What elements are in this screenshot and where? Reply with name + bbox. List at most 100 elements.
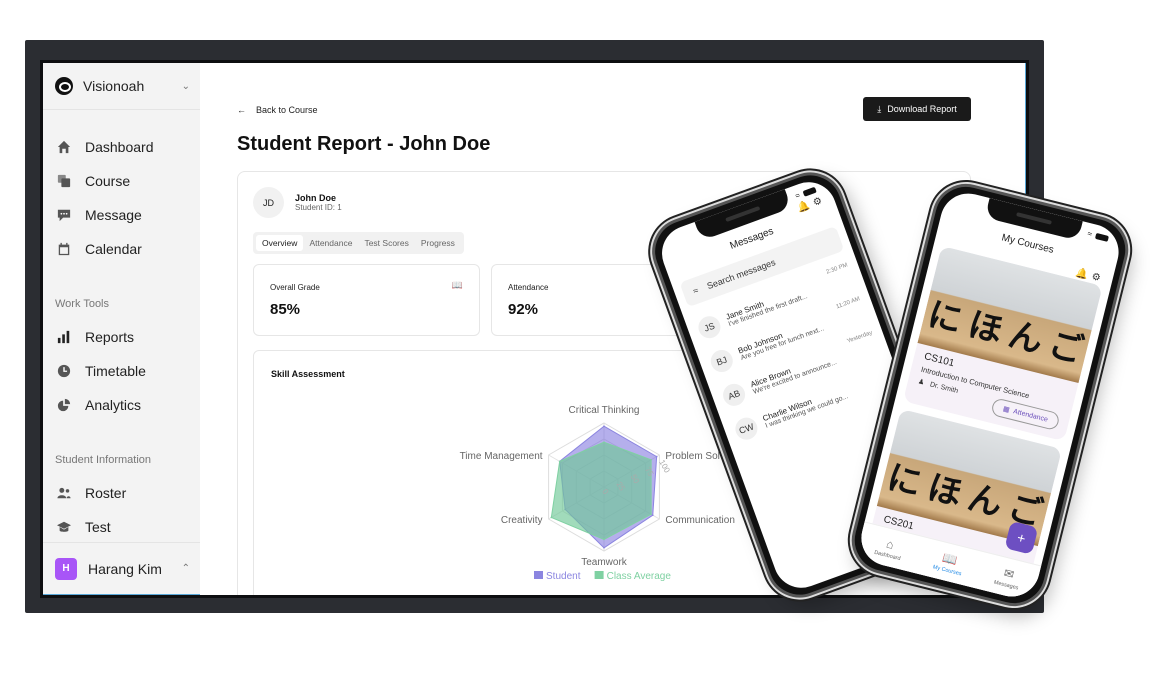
radar-category-label: Teamwork bbox=[581, 557, 628, 568]
bottom-nav-my-courses[interactable]: 📖 My Courses bbox=[932, 548, 966, 577]
report-tabs: Overview Attendance Test Scores Progress bbox=[253, 232, 464, 254]
sidebar-item-test[interactable]: Test bbox=[43, 510, 200, 544]
brand-name: Visionoah bbox=[83, 78, 145, 94]
battery-icon bbox=[1094, 232, 1109, 242]
student-avatar: JD bbox=[253, 187, 284, 218]
sidebar-item-label: Course bbox=[85, 173, 131, 189]
sidebar-item-label: Dashboard bbox=[85, 139, 154, 155]
stat-value: 85% bbox=[270, 301, 301, 318]
radar-point bbox=[550, 516, 553, 519]
home-icon: ⌂ bbox=[885, 536, 896, 552]
radar-point bbox=[603, 441, 605, 443]
student-id: Student ID: 1 bbox=[295, 203, 342, 212]
section-label-student-info: Student Information bbox=[55, 454, 152, 466]
search-placeholder: Search messages bbox=[705, 257, 777, 292]
home-icon bbox=[57, 140, 71, 154]
stat-label: Overall Grade bbox=[270, 283, 320, 292]
gear-icon[interactable]: ⚙ bbox=[1090, 271, 1101, 284]
graduation-cap-icon bbox=[57, 520, 71, 534]
person-icon: ♟ bbox=[917, 378, 926, 387]
sidebar-item-label: Reports bbox=[85, 329, 135, 345]
wifi-icon: ≈ bbox=[793, 190, 802, 201]
legend-swatch bbox=[594, 571, 604, 579]
back-label: Back to Course bbox=[256, 105, 318, 115]
sidebar-item-analytics[interactable]: Analytics bbox=[43, 388, 200, 422]
legend-swatch bbox=[534, 571, 543, 579]
sidebar-item-timetable[interactable]: Timetable bbox=[43, 354, 200, 388]
avatar: CW bbox=[732, 414, 761, 443]
bottom-nav-label: My Courses bbox=[932, 563, 963, 577]
legend-label: Student bbox=[546, 571, 581, 582]
attendance-label: Attendance bbox=[1012, 407, 1049, 424]
message-time: 11:20 AM bbox=[835, 296, 861, 311]
user-menu[interactable]: H Harang Kim ⌃ bbox=[43, 542, 200, 594]
radar-category-label: Critical Thinking bbox=[569, 405, 640, 416]
back-to-course-link[interactable]: ← Back to Course bbox=[237, 105, 318, 115]
tab-overview[interactable]: Overview bbox=[256, 235, 304, 251]
arrow-left-icon: ← bbox=[237, 105, 246, 115]
kana-block: ほ bbox=[964, 304, 1007, 352]
student-name: John Doe bbox=[295, 193, 337, 203]
student-header: JD John Doe Student ID: 1 bbox=[253, 187, 342, 218]
radar-point bbox=[603, 538, 605, 541]
sidebar-item-label: Message bbox=[85, 207, 142, 223]
radar-category-label: Time Management bbox=[460, 451, 543, 462]
search-icon: ≈ bbox=[691, 285, 700, 297]
mail-icon: ✉ bbox=[1002, 565, 1016, 582]
section-label-work-tools: Work Tools bbox=[55, 298, 110, 310]
radar-point bbox=[603, 425, 605, 427]
pie-chart-icon bbox=[57, 398, 71, 412]
tab-test-scores[interactable]: Test Scores bbox=[358, 235, 414, 251]
bottom-nav-label: Dashboard bbox=[873, 549, 902, 562]
message-time: Yesterday bbox=[846, 330, 874, 345]
course-icon bbox=[57, 174, 71, 188]
radar-category-label: Creativity bbox=[501, 515, 543, 526]
book-icon: 📖 bbox=[451, 280, 463, 290]
main-nav: Dashboard Course Message Calendar Work T… bbox=[43, 110, 200, 544]
tab-progress[interactable]: Progress bbox=[415, 235, 461, 251]
sidebar-item-reports[interactable]: Reports bbox=[43, 320, 200, 354]
kana-block: に bbox=[923, 294, 967, 342]
legend-label: Class Average bbox=[607, 571, 672, 582]
radar-point bbox=[558, 460, 561, 463]
bottom-nav-messages[interactable]: ✉ Messages bbox=[993, 564, 1023, 591]
page-title: Student Report - John Doe bbox=[237, 133, 491, 155]
sidebar: Visionoah ⌄ Dashboard Course Message Cal… bbox=[43, 63, 200, 595]
radar-category-label: Communication bbox=[665, 515, 734, 526]
brand-logo-icon bbox=[55, 77, 73, 95]
bar-chart-icon bbox=[57, 330, 71, 344]
sidebar-item-label: Calendar bbox=[85, 241, 142, 257]
download-icon: ⤓ bbox=[877, 103, 882, 114]
sidebar-item-label: Roster bbox=[85, 485, 127, 501]
sidebar-item-calendar[interactable]: Calendar bbox=[43, 232, 200, 266]
radar-point bbox=[655, 455, 658, 458]
sidebar-item-message[interactable]: Message bbox=[43, 198, 200, 232]
sidebar-item-course[interactable]: Course bbox=[43, 164, 200, 198]
clock-icon bbox=[57, 364, 71, 378]
status-bar: ≈ bbox=[1087, 229, 1110, 243]
tab-attendance[interactable]: Attendance bbox=[303, 235, 358, 251]
stat-value: 92% bbox=[508, 301, 539, 318]
users-icon bbox=[57, 486, 71, 500]
calendar-icon bbox=[57, 242, 71, 256]
radar-point bbox=[603, 547, 605, 549]
course-card-cs101[interactable]: に ほ ん ご CS101 Introduction to Computer S… bbox=[902, 245, 1103, 442]
teacher-name: Dr. Smith bbox=[929, 380, 959, 395]
avatar: JS bbox=[695, 313, 724, 342]
user-avatar: H bbox=[55, 557, 77, 580]
brand-switcher[interactable]: Visionoah ⌄ bbox=[43, 63, 200, 110]
radar-point bbox=[650, 459, 652, 461]
kana-block: ん bbox=[963, 477, 1007, 525]
sidebar-item-label: Test bbox=[85, 519, 111, 535]
bottom-nav-label: Messages bbox=[993, 579, 1020, 592]
sidebar-item-dashboard[interactable]: Dashboard bbox=[43, 130, 200, 164]
avatar: BJ bbox=[707, 346, 736, 376]
sidebar-item-label: Timetable bbox=[85, 363, 146, 379]
wifi-icon: ≈ bbox=[1086, 228, 1093, 239]
user-name: Harang Kim bbox=[88, 560, 162, 577]
kana-block: ほ bbox=[923, 467, 967, 515]
bottom-nav-dashboard[interactable]: ⌂ Dashboard bbox=[873, 534, 905, 562]
download-report-button[interactable]: ⤓ Download Report bbox=[863, 97, 971, 121]
sidebar-item-roster[interactable]: Roster bbox=[43, 476, 200, 510]
kana-block: に bbox=[883, 457, 926, 505]
